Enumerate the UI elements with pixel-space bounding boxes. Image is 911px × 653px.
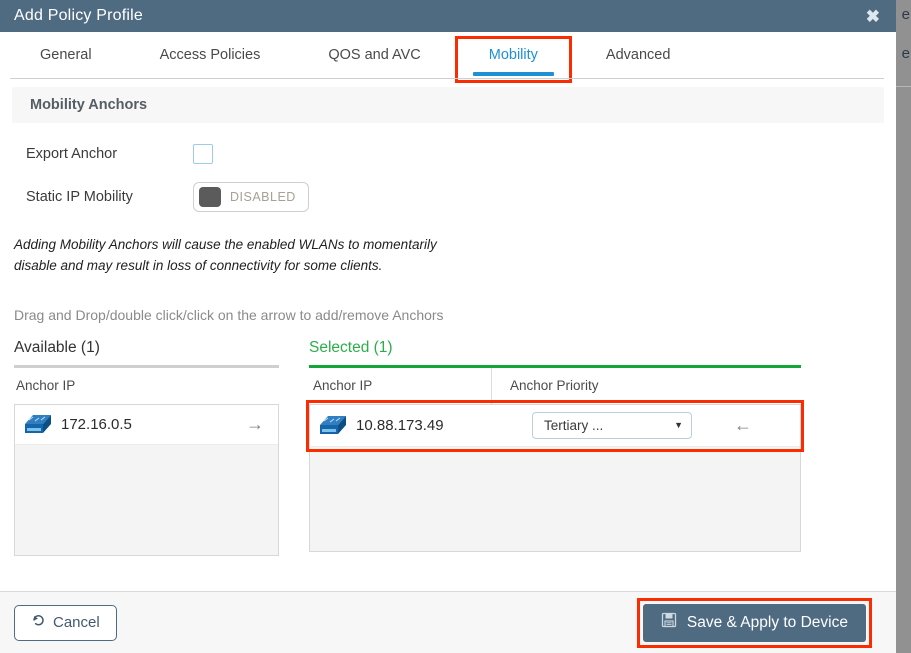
selected-column-headers: Anchor IP Anchor Priority	[309, 367, 801, 404]
anchor-priority-select[interactable]: Tertiary ... ▼	[532, 411, 692, 439]
save-button-label: Save & Apply to Device	[686, 613, 848, 631]
switch-icon	[318, 413, 348, 437]
available-column-anchor-ip: Anchor IP	[16, 378, 76, 394]
anchor-ip-value: 10.88.173.49	[356, 416, 444, 434]
toggle-state-label: DISABLED	[230, 190, 296, 204]
section-title: Mobility Anchors	[30, 97, 148, 113]
static-ip-mobility-label: Static IP Mobility	[26, 189, 133, 205]
mobility-warning-text: Adding Mobility Anchors will cause the e…	[14, 237, 437, 273]
tab-mobility[interactable]: Mobility	[454, 32, 572, 83]
chevron-down-icon: ▼	[674, 420, 683, 431]
cancel-button-label: Cancel	[53, 614, 100, 631]
save-button-wrapper: Save & Apply to Device	[636, 597, 872, 648]
save-button[interactable]: Save & Apply to Device	[642, 603, 866, 642]
tab-mobility-label: Mobility	[488, 47, 538, 63]
cancel-button[interactable]: Cancel	[14, 604, 117, 641]
static-ip-mobility-toggle[interactable]: DISABLED	[193, 182, 309, 212]
dialog-body: Mobility Anchors Export Anchor Static IP…	[0, 79, 896, 591]
export-anchor-row: Export Anchor	[0, 141, 896, 167]
close-icon[interactable]: ✖	[862, 6, 884, 27]
undo-icon	[31, 613, 46, 632]
tab-bar: General Access Policies QOS and AVC Mobi…	[0, 32, 896, 83]
tab-access-policies[interactable]: Access Policies	[138, 32, 283, 78]
move-left-arrow-icon[interactable]: ←	[730, 414, 756, 436]
export-anchor-checkbox[interactable]	[193, 144, 213, 164]
toggle-knob-icon	[199, 187, 221, 207]
static-ip-mobility-row: Static IP Mobility DISABLED	[0, 181, 896, 213]
drag-drop-hint-text: Drag and Drop/double click/click on the …	[14, 306, 444, 323]
anchor-ip-value: 172.16.0.5	[61, 415, 132, 433]
anchor-priority-value: Tertiary ...	[544, 417, 604, 433]
selected-panel-title: Selected (1)	[309, 338, 393, 356]
background-overlay-strip	[896, 0, 911, 653]
page-title: Add Policy Profile	[14, 7, 143, 24]
available-anchors-list[interactable]: 172.16.0.5 →	[14, 403, 279, 556]
export-anchor-label: Export Anchor	[26, 146, 118, 162]
save-disk-icon	[661, 612, 677, 633]
background-divider	[896, 86, 911, 87]
tab-advanced[interactable]: Advanced	[584, 32, 693, 78]
available-panel-title: Available (1)	[14, 338, 100, 356]
move-right-arrow-icon[interactable]: →	[242, 413, 268, 435]
selected-anchors-panel: Selected (1) Anchor IP Anchor Priority 1…	[306, 338, 804, 556]
add-policy-profile-dialog: Add Policy Profile ✖ General Access Poli…	[0, 0, 896, 653]
background-text-fragment-2: e	[901, 45, 910, 62]
background-text-fragment-1: e	[901, 6, 910, 23]
tab-qos-and-avc[interactable]: QOS and AVC	[306, 32, 442, 78]
selected-column-anchor-ip: Anchor IP	[313, 378, 373, 394]
mobility-anchors-section-header: Mobility Anchors	[12, 87, 884, 123]
switch-icon	[23, 412, 53, 436]
list-item[interactable]: 172.16.0.5 →	[15, 404, 278, 445]
tab-general[interactable]: General	[18, 32, 114, 78]
dialog-footer: Cancel Save & Apply to Device	[0, 591, 896, 653]
selected-column-anchor-priority: Anchor Priority	[510, 378, 599, 394]
available-column-headers: Anchor IP	[14, 368, 279, 404]
table-row[interactable]: 10.88.173.49 Tertiary ... ▼ ←	[310, 404, 800, 447]
anchor-dual-list: Available (1) Anchor IP 172.16.0.5 → Sel…	[0, 339, 896, 556]
available-anchors-panel: Available (1) Anchor IP 172.16.0.5 →	[14, 339, 279, 556]
dialog-titlebar: Add Policy Profile ✖	[0, 0, 896, 32]
selected-anchors-list[interactable]: 10.88.173.49 Tertiary ... ▼ ←	[306, 399, 804, 552]
